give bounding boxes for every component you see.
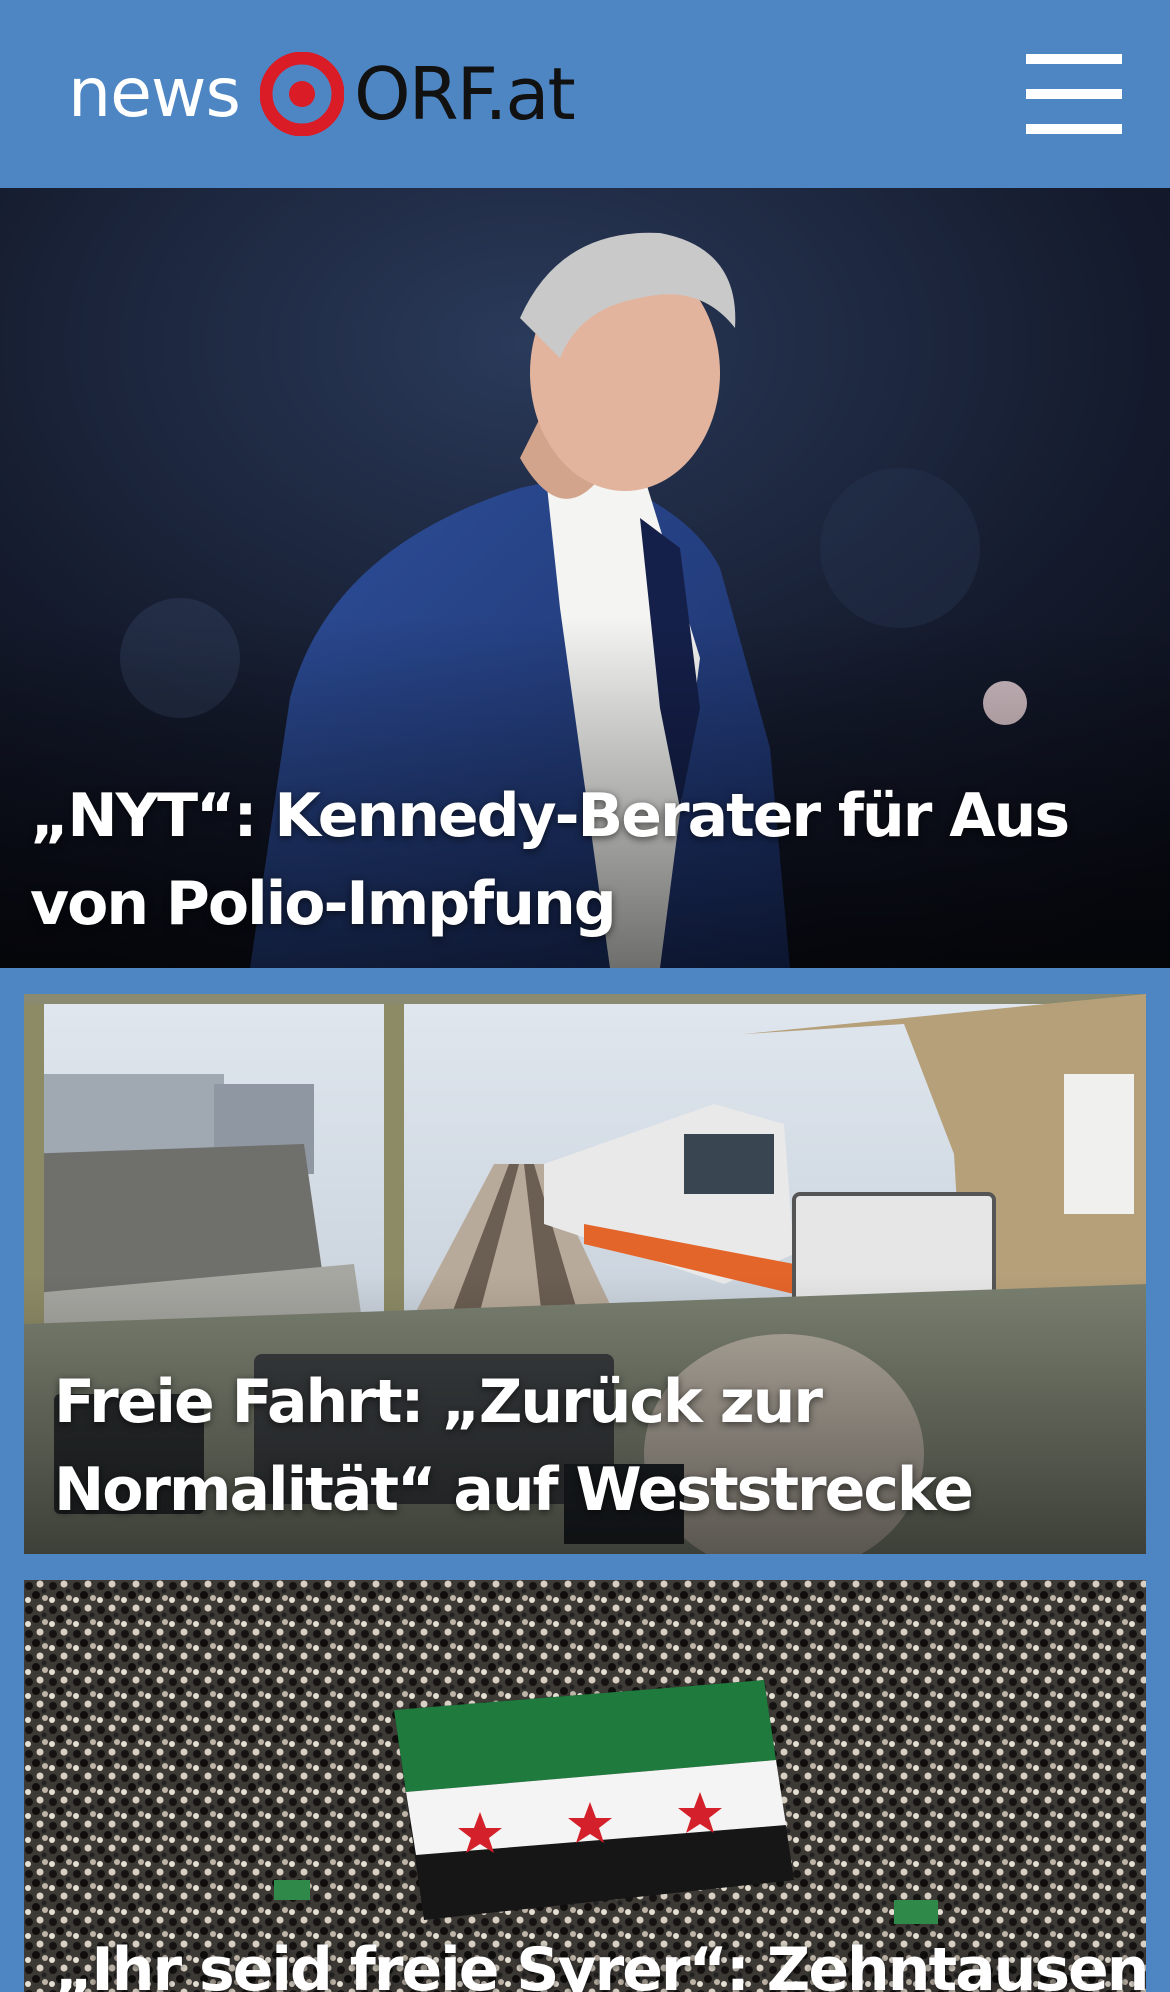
site-header: news ORF.at (0, 0, 1170, 188)
story-card-weststrecke[interactable]: Freie Fahrt: „Zurück zur Normalität“ auf… (24, 994, 1146, 1554)
story-headline: „Ihr seid freie Syrer“: Zehntausende (54, 1935, 1146, 1992)
menu-bar (1026, 124, 1122, 134)
story-headline: „NYT“: Kennedy-Berater für Aus von Polio… (30, 781, 1070, 939)
orf-eye-logo-icon (259, 52, 344, 136)
hamburger-menu-icon[interactable] (1026, 52, 1122, 136)
logo-orf-text: ORF.at (353, 52, 576, 136)
news-feed-page: news ORF.at „NYT“: Kennedy-Berater für A… (0, 0, 1170, 1992)
story-headline: Freie Fahrt: „Zurück zur Normalität“ auf… (54, 1367, 974, 1525)
story-card-syria[interactable]: „Ihr seid freie Syrer“: Zehntausende (24, 1580, 1146, 1992)
logo-news-text: news (68, 54, 241, 133)
menu-bar (1026, 54, 1122, 64)
story-card-kennedy-polio[interactable]: „NYT“: Kennedy-Berater für Aus von Polio… (0, 188, 1170, 968)
menu-bar (1026, 89, 1122, 99)
site-logo-link[interactable]: news ORF.at (68, 48, 576, 140)
